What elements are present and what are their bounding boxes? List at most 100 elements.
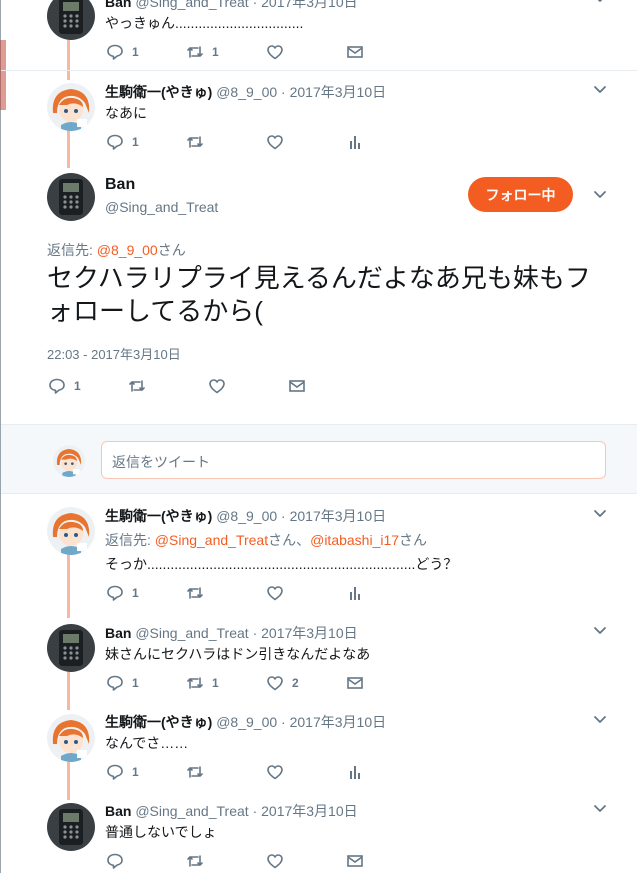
tweet-text: そっか.....................................… (105, 556, 458, 572)
reply-button[interactable]: 1 (106, 42, 139, 62)
chevron-down-icon[interactable] (593, 85, 607, 95)
reply-to-link[interactable]: @8_9_00 (97, 242, 158, 258)
direct-message-button[interactable] (346, 42, 372, 62)
like-icon (266, 763, 284, 781)
tweet-actions (106, 851, 386, 871)
chevron-down-icon[interactable] (593, 0, 607, 4)
direct-message-button[interactable] (288, 376, 314, 396)
avatar[interactable] (47, 803, 95, 851)
analytics-button[interactable] (346, 583, 372, 603)
tweet-header: Ban @Sing_and_Treat · 2017年3月10日 (105, 625, 358, 641)
user-handle[interactable]: @Sing_and_Treat (135, 625, 248, 641)
like-button[interactable]: 2 (266, 673, 299, 693)
tweet-date[interactable]: 2017年3月10日 (261, 0, 358, 10)
reply-button[interactable]: 1 (106, 762, 139, 782)
like-button[interactable] (266, 42, 292, 62)
retweet-icon (128, 377, 146, 395)
like-button[interactable] (266, 583, 292, 603)
reply-icon (48, 377, 66, 395)
avatar (53, 445, 85, 477)
tweet-timestamp[interactable]: 22:03 - 2017年3月10日 (47, 344, 181, 363)
tweet-date[interactable]: 2017年3月10日 (290, 84, 387, 100)
user-handle[interactable]: @8_9_00 (216, 508, 277, 524)
tweet-text: やっきゅん................................. (105, 15, 304, 31)
tweet-actions: 1 (106, 583, 386, 603)
divider (1, 70, 637, 71)
tweet-text: なんでさ…… (105, 735, 189, 751)
user-handle[interactable]: @Sing_and_Treat (135, 0, 248, 10)
analytics-icon (346, 584, 364, 602)
retweet-icon (186, 852, 204, 870)
retweet-icon (186, 133, 204, 151)
display-name[interactable]: Ban (105, 0, 131, 10)
chevron-down-icon[interactable] (593, 804, 607, 814)
retweet-button[interactable]: 1 (186, 673, 219, 693)
retweet-button[interactable] (186, 583, 212, 603)
display-name[interactable]: Ban (105, 625, 131, 641)
avatar[interactable] (47, 507, 95, 555)
thread-line (67, 762, 70, 800)
reply-to-link[interactable]: @Sing_and_Treat (155, 532, 268, 548)
tweet-header: Ban @Sing_and_Treat · 2017年3月10日 (105, 0, 358, 12)
display-name[interactable]: Ban (105, 803, 131, 819)
avatar[interactable] (47, 624, 95, 672)
like-button[interactable] (266, 851, 292, 871)
reply-button[interactable] (106, 851, 132, 871)
analytics-button[interactable] (346, 132, 372, 152)
mail-icon (346, 674, 364, 692)
tweet-date[interactable]: 2017年3月10日 (261, 803, 358, 819)
display-name[interactable]: Ban (105, 176, 135, 194)
reply-button[interactable]: 1 (48, 376, 81, 396)
avatar[interactable] (47, 714, 95, 762)
avatar[interactable] (47, 173, 95, 221)
like-button[interactable] (266, 762, 292, 782)
user-handle[interactable]: @Sing_and_Treat (135, 803, 248, 819)
retweet-button[interactable]: 1 (186, 42, 219, 62)
display-name[interactable]: 生駒衛一(やきゅ) (105, 508, 212, 524)
retweet-button[interactable] (186, 132, 212, 152)
chevron-down-icon[interactable] (593, 626, 607, 636)
like-button[interactable] (266, 132, 292, 152)
tweet-actions: 1 (106, 762, 386, 782)
avatar[interactable] (47, 0, 95, 40)
chevron-down-icon[interactable] (593, 715, 607, 725)
analytics-button[interactable] (346, 762, 372, 782)
reply-button[interactable]: 1 (106, 132, 139, 152)
tweet-date[interactable]: 2017年3月10日 (290, 508, 387, 524)
direct-message-button[interactable] (346, 673, 372, 693)
direct-message-button[interactable] (346, 851, 372, 871)
like-icon (266, 674, 284, 692)
tweet-actions: 1 1 2 (106, 673, 386, 693)
avatar[interactable] (47, 83, 95, 131)
display-name[interactable]: 生駒衛一(やきゅ) (105, 84, 212, 100)
background-edge (0, 40, 6, 110)
reply-icon (106, 133, 124, 151)
display-name[interactable]: 生駒衛一(やきゅ) (105, 714, 212, 730)
reply-icon (106, 674, 124, 692)
retweet-button[interactable] (128, 376, 154, 396)
tweet-date[interactable]: 2017年3月10日 (261, 625, 358, 641)
tweet-actions: 1 (48, 376, 328, 396)
user-handle[interactable]: @8_9_00 (216, 714, 277, 730)
tweet-actions: 1 (106, 132, 386, 152)
reply-composer: 返信をツイート (1, 424, 637, 494)
reply-button[interactable]: 1 (106, 583, 139, 603)
user-handle[interactable]: @Sing_and_Treat (105, 199, 218, 215)
reply-to-link[interactable]: @itabashi_i17 (310, 532, 399, 548)
reply-input[interactable]: 返信をツイート (101, 441, 606, 479)
following-button[interactable]: フォロー中 (468, 177, 573, 212)
tweet-actions: 1 1 (106, 42, 386, 62)
user-handle[interactable]: @8_9_00 (216, 84, 277, 100)
thread-line (67, 130, 70, 168)
tweet-header: 生駒衛一(やきゅ) @8_9_00 · 2017年3月10日 (105, 508, 387, 524)
like-button[interactable] (208, 376, 234, 396)
tweet-text: 妹さんにセクハラはドン引きなんだよなあ (105, 646, 371, 662)
retweet-button[interactable] (186, 762, 212, 782)
chevron-down-icon[interactable] (593, 509, 607, 519)
chevron-down-icon[interactable] (593, 190, 607, 200)
tweet-header: 生駒衛一(やきゅ) @8_9_00 · 2017年3月10日 (105, 84, 387, 100)
retweet-icon (186, 43, 204, 61)
reply-button[interactable]: 1 (106, 673, 139, 693)
tweet-date[interactable]: 2017年3月10日 (290, 714, 387, 730)
retweet-button[interactable] (186, 851, 212, 871)
